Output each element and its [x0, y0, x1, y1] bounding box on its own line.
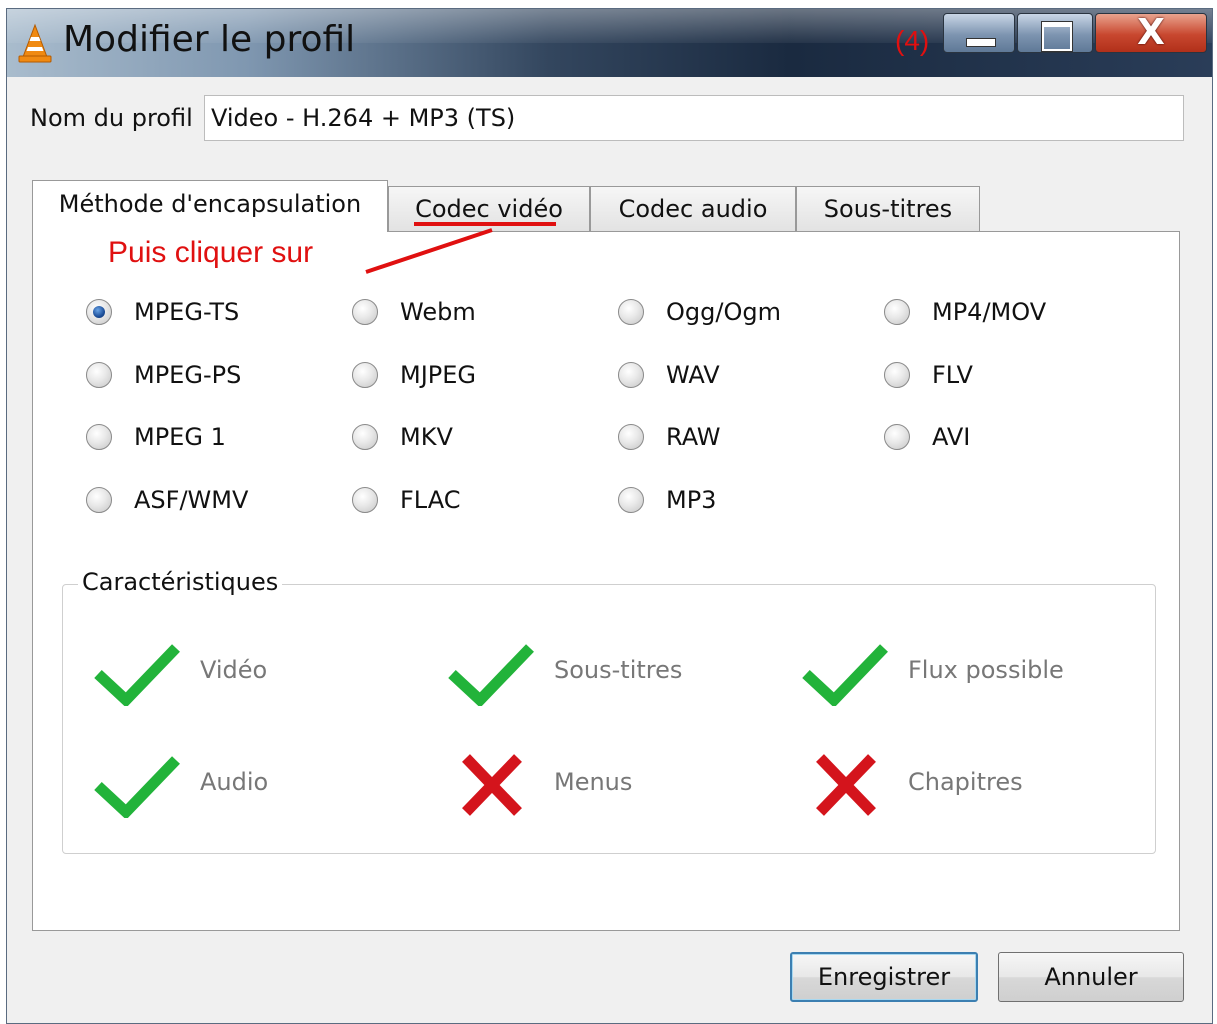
radio-button[interactable]	[884, 299, 910, 325]
minimize-icon	[966, 38, 996, 47]
radio-button[interactable]	[86, 299, 112, 325]
annotation-text: Puis cliquer sur	[108, 236, 314, 269]
feature-label: Menus	[554, 768, 633, 796]
maximize-button[interactable]	[1017, 13, 1093, 53]
radio-button[interactable]	[352, 424, 378, 450]
radio-button[interactable]	[618, 299, 644, 325]
radio-button[interactable]	[618, 487, 644, 513]
tab-encapsulation[interactable]: Méthode d'encapsulation	[32, 180, 388, 232]
radio-label: FLV	[932, 361, 973, 389]
radio-label: MPEG-PS	[134, 361, 242, 389]
save-button[interactable]: Enregistrer	[790, 952, 978, 1002]
check-icon	[94, 756, 180, 818]
close-icon: X	[1137, 12, 1165, 53]
features-groupbox	[62, 584, 1156, 854]
radio-label: FLAC	[400, 486, 461, 514]
feature-label: Vidéo	[200, 656, 268, 684]
radio-label: MKV	[400, 423, 453, 451]
window-title: Modifier le profil	[63, 19, 356, 60]
features-title: Caractéristiques	[78, 568, 283, 596]
radio-label: MJPEG	[400, 361, 477, 389]
radio-label: MP3	[666, 486, 717, 514]
check-icon	[94, 644, 180, 706]
radio-label: ASF/WMV	[134, 486, 249, 514]
step-annotation: (4)	[895, 25, 930, 56]
title-bar[interactable]: Modifier le profil (4) X	[7, 9, 1212, 77]
radio-label: MPEG 1	[134, 423, 226, 451]
profile-name-input[interactable]	[204, 95, 1184, 141]
radio-button[interactable]	[352, 487, 378, 513]
maximize-icon	[1042, 22, 1072, 51]
check-icon	[802, 644, 888, 706]
annotation-underline	[414, 222, 556, 226]
feature-label: Sous-titres	[554, 656, 683, 684]
cancel-button[interactable]: Annuler	[998, 952, 1184, 1002]
radio-button[interactable]	[884, 424, 910, 450]
radio-label: WAV	[666, 361, 720, 389]
feature-label: Chapitres	[908, 768, 1023, 796]
minimize-button[interactable]	[943, 13, 1015, 53]
tab-subtitles[interactable]: Sous-titres	[796, 186, 980, 232]
radio-label: RAW	[666, 423, 721, 451]
radio-label: MP4/MOV	[932, 298, 1047, 326]
radio-button[interactable]	[86, 487, 112, 513]
radio-button[interactable]	[86, 424, 112, 450]
radio-button[interactable]	[352, 362, 378, 388]
feature-label: Flux possible	[908, 656, 1064, 684]
close-button[interactable]: X	[1095, 12, 1207, 53]
radio-label: AVI	[932, 423, 971, 451]
radio-button[interactable]	[618, 424, 644, 450]
vlc-cone-icon	[18, 23, 52, 63]
check-icon	[448, 644, 534, 706]
cross-icon	[462, 754, 522, 816]
radio-label: Webm	[400, 298, 476, 326]
feature-label: Audio	[200, 768, 269, 796]
radio-label: MPEG-TS	[134, 298, 240, 326]
radio-button[interactable]	[618, 362, 644, 388]
radio-button[interactable]	[352, 299, 378, 325]
tab-audio-codec[interactable]: Codec audio	[590, 186, 796, 232]
profile-name-label: Nom du profil	[30, 104, 193, 132]
radio-button[interactable]	[86, 362, 112, 388]
cross-icon	[816, 754, 876, 816]
radio-label: Ogg/Ogm	[666, 298, 781, 326]
radio-button[interactable]	[884, 362, 910, 388]
